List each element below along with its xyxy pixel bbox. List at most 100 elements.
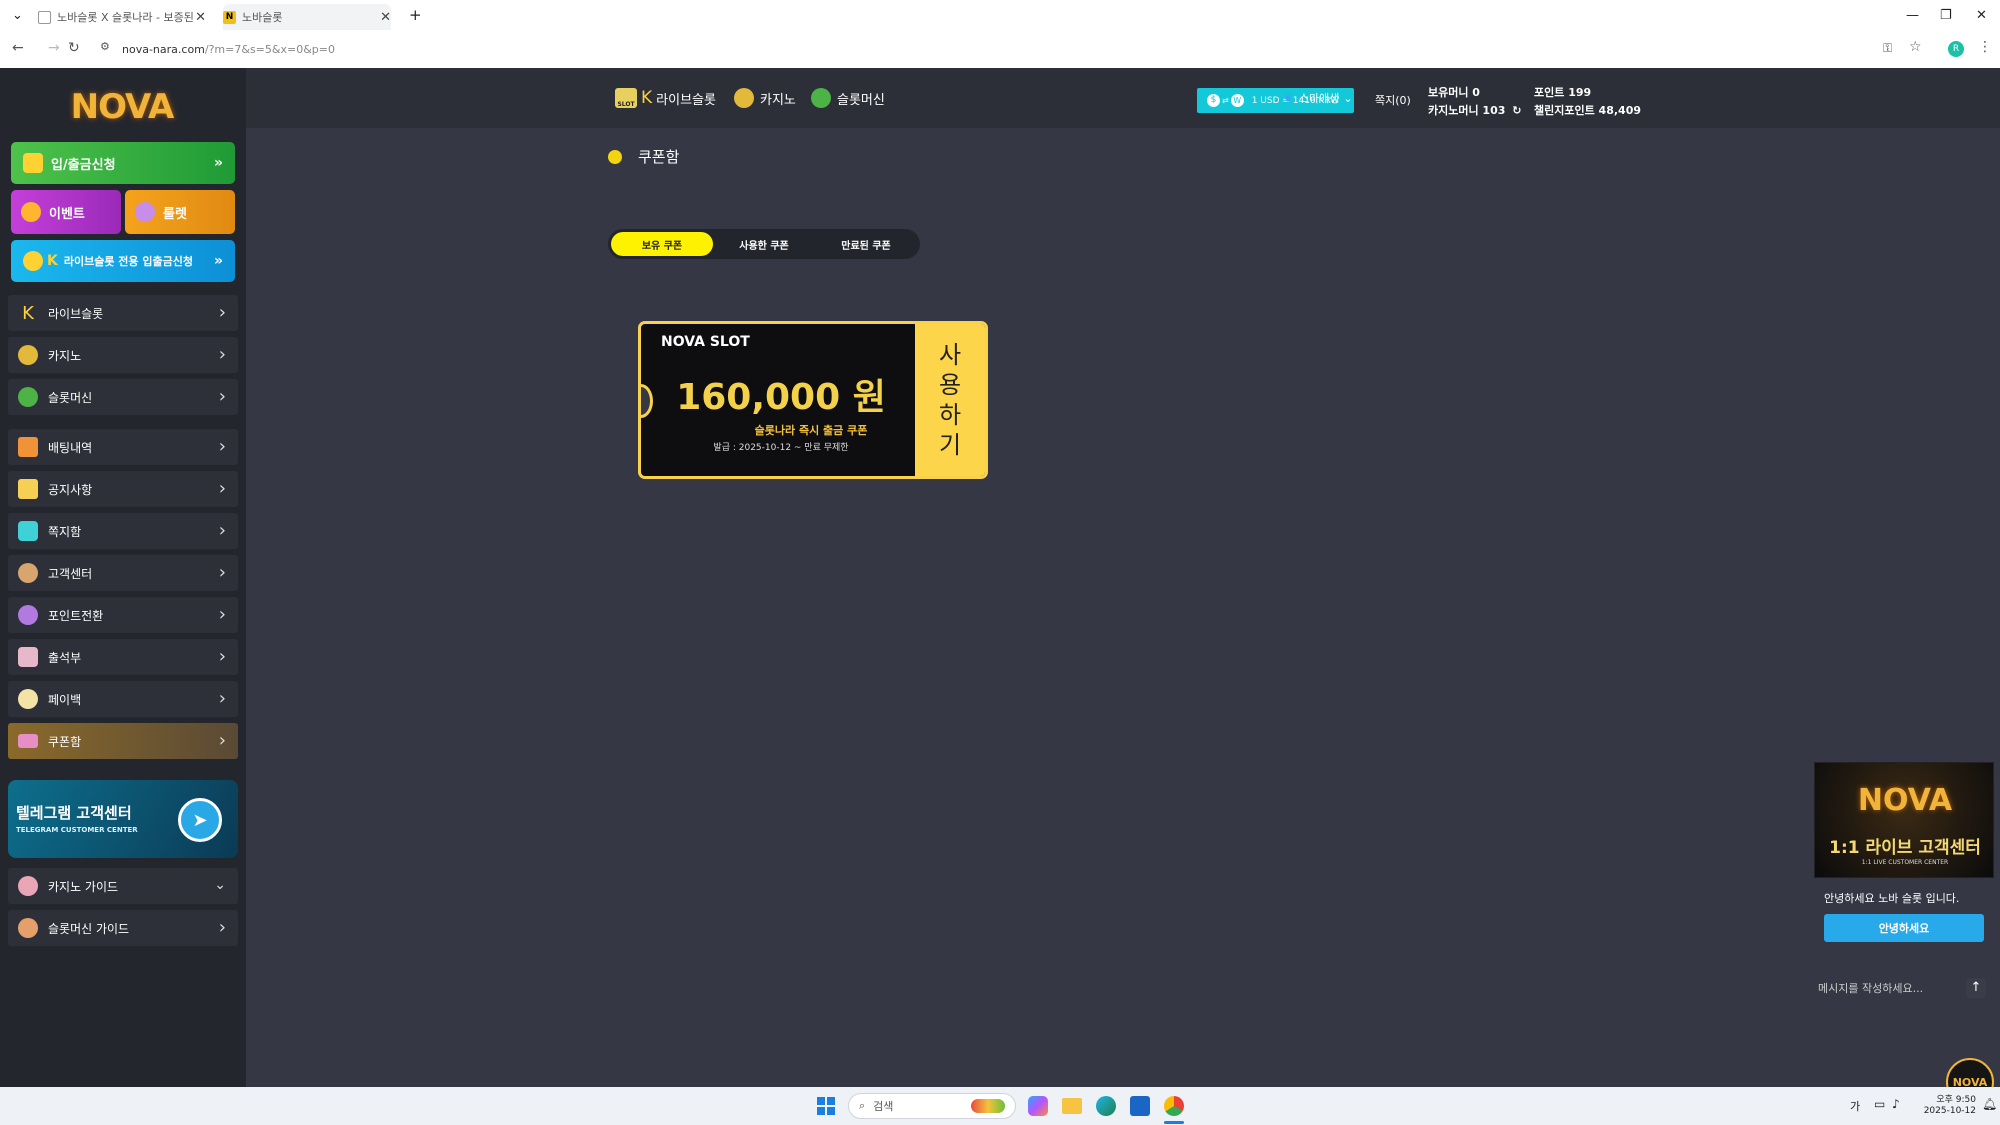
- sidebar-item-liveslot[interactable]: K 라이브슬롯 ›: [8, 295, 238, 331]
- browser-menu-icon[interactable]: ⋮: [1978, 39, 1992, 55]
- money-bag-icon: [23, 153, 43, 173]
- clock-date[interactable]: 2025-10-12: [1916, 1106, 1976, 1116]
- sidebar-item-attendance[interactable]: 출석부 ›: [8, 639, 238, 675]
- messages-link[interactable]: 쪽지(0): [1375, 92, 1411, 108]
- bookmark-star-icon[interactable]: ☆: [1909, 39, 1922, 55]
- browser-tab-1[interactable]: 노바슬롯 X 슬롯나라 - 보증된 ✕: [38, 4, 206, 30]
- chrome-icon[interactable]: [1164, 1096, 1184, 1116]
- copilot-icon[interactable]: [1028, 1096, 1048, 1116]
- user-menu[interactable]: ♦ 스마애생 ⌄: [1283, 90, 1353, 106]
- sidebar-item-point-exchange[interactable]: 포인트전환 ›: [8, 597, 238, 633]
- nav-liveslot[interactable]: SLOT K 라이브슬롯: [615, 88, 716, 108]
- sidebar-item-notice[interactable]: 공지사항 ›: [8, 471, 238, 507]
- minimize-icon[interactable]: —: [1906, 8, 1919, 23]
- chat-banner-title: 1:1 라이브 고객센터: [1829, 838, 1981, 858]
- volume-icon[interactable]: ♪: [1892, 1097, 1900, 1111]
- nav-label: 슬롯머신: [837, 92, 885, 108]
- tab-used-coupons[interactable]: 사용한 쿠폰: [713, 232, 815, 256]
- coins-icon: [23, 251, 43, 271]
- refresh-icon[interactable]: ↻: [1512, 104, 1521, 117]
- notification-bell-icon[interactable]: 🔔︎: [1982, 1097, 1997, 1111]
- sidebar-item-label: 공지사항: [48, 482, 93, 497]
- new-tab-button[interactable]: +: [409, 6, 422, 24]
- chevron-right-icon: ›: [218, 730, 226, 751]
- sidebar-item-label: 슬롯머신 가이드: [48, 921, 130, 936]
- tab-owned-coupons[interactable]: 보유 쿠폰: [611, 232, 713, 256]
- sidebar-item-casino[interactable]: 카지노 ›: [8, 337, 238, 373]
- chat-banner-subtitle: 1:1 LIVE CUSTOMER CENTER: [1861, 859, 1949, 866]
- password-key-icon[interactable]: ⚿: [1883, 41, 1892, 56]
- casino-guide-icon: [18, 876, 38, 896]
- roulette-label: 룰렛: [163, 206, 187, 222]
- fruits-decor-icon: [971, 1099, 1005, 1113]
- deposit-withdraw-button[interactable]: 입/출금신청 »: [11, 142, 235, 184]
- network-icon[interactable]: ▭: [1874, 1097, 1885, 1111]
- chevron-right-icon: ›: [218, 646, 226, 667]
- search-icon: ⌕: [859, 1099, 866, 1112]
- close-window-icon[interactable]: ✕: [1976, 8, 1987, 23]
- sidebar-item-betting-history[interactable]: 배팅내역 ›: [8, 429, 238, 465]
- page-title: 쿠폰함: [608, 146, 679, 167]
- store-icon[interactable]: [1130, 1096, 1150, 1116]
- windows-start-icon[interactable]: [817, 1097, 835, 1115]
- coupon-card: NOVA SLOT 160,000 원 슬롯나라 즉시 출금 쿠폰 발급 : 2…: [638, 321, 988, 479]
- back-icon[interactable]: ←: [12, 40, 24, 56]
- telegram-title: 텔레그램 고객센터: [16, 804, 132, 822]
- chevron-down-icon: ⌄: [1343, 91, 1353, 105]
- use-char: 기: [938, 431, 962, 459]
- web-page: NOVA 입/출금신청 » 이벤트 룰렛 K 라이브슬롯 전용 입출금신청 » …: [0, 68, 2000, 1106]
- exchange-arrows-icon: [18, 605, 38, 625]
- liveslot-deposit-button[interactable]: K 라이브슬롯 전용 입출금신청 »: [11, 240, 235, 282]
- sidebar-item-slot-guide[interactable]: 슬롯머신 가이드 ›: [8, 910, 238, 946]
- sidebar-item-payback[interactable]: 페이백 ›: [8, 681, 238, 717]
- event-button[interactable]: 이벤트: [11, 190, 121, 234]
- send-arrow-icon[interactable]: ↑: [1966, 978, 1986, 998]
- clock-time[interactable]: 오후 9:50: [1916, 1092, 1976, 1105]
- sidebar-item-casino-guide[interactable]: 카지노 가이드 ⌄: [8, 868, 238, 904]
- chat-greeting: 안녕하세요 노바 슬롯 입니다.: [1824, 892, 1960, 905]
- coupon-tabs: 보유 쿠폰 사용한 쿠폰 만료된 쿠폰: [608, 229, 920, 259]
- restore-icon[interactable]: ❐: [1940, 8, 1952, 23]
- file-explorer-icon[interactable]: [1062, 1098, 1082, 1114]
- close-tab-icon[interactable]: ✕: [380, 10, 391, 25]
- taskbar-search[interactable]: ⌕ 검색: [848, 1093, 1016, 1119]
- close-tab-icon[interactable]: ✕: [195, 10, 206, 25]
- tab-label: 노바슬롯 X 슬롯나라 - 보증된: [57, 11, 194, 24]
- sidebar-item-slotmachine[interactable]: 슬롯머신 ›: [8, 379, 238, 415]
- use-coupon-button[interactable]: 사 용 하 기: [915, 324, 985, 476]
- reload-icon[interactable]: ↻: [68, 40, 80, 56]
- ime-indicator[interactable]: 가: [1850, 1098, 1860, 1114]
- url-field[interactable]: nova-nara.com/?m=7&s=5&x=0&p=0: [122, 43, 335, 56]
- forward-icon[interactable]: →: [48, 40, 60, 56]
- tab-expired-coupons[interactable]: 만료된 쿠폰: [815, 232, 917, 256]
- roulette-button[interactable]: 룰렛: [125, 190, 235, 234]
- sidebar-item-coupons[interactable]: 쿠폰함 ›: [8, 723, 238, 759]
- challenge-points: 챌린지포인트 48,409: [1534, 104, 1641, 117]
- points: 포인트 199: [1534, 86, 1592, 99]
- double-chevron-icon: »: [213, 155, 223, 171]
- coupon-name: 슬롯나라 즉시 출금 쿠폰: [754, 424, 868, 437]
- sidebar-item-label: 페이백: [48, 692, 82, 707]
- nav-slotmachine[interactable]: 슬롯머신: [811, 88, 885, 108]
- browser-tab-2[interactable]: N 노바슬롯 ✕: [223, 4, 391, 30]
- sidebar-item-label: 슬롯머신: [48, 390, 93, 405]
- page-title-text: 쿠폰함: [638, 148, 680, 166]
- nav-casino[interactable]: 카지노: [734, 88, 796, 108]
- chat-message-input[interactable]: 메시지를 작성하세요...: [1818, 976, 1968, 1000]
- chat-banner: NOVA 1:1 라이브 고객센터 1:1 LIVE CUSTOMER CENT…: [1814, 762, 1994, 878]
- telegram-support-banner[interactable]: 텔레그램 고객센터 TELEGRAM CUSTOMER CENTER ➤: [8, 780, 238, 858]
- sidebar-item-label: 출석부: [48, 650, 82, 665]
- sidebar-item-messages[interactable]: 쪽지함 ›: [8, 513, 238, 549]
- site-info-icon[interactable]: ⚙: [100, 40, 110, 53]
- sidebar-item-support[interactable]: 고객센터 ›: [8, 555, 238, 591]
- casino-chips-icon: [18, 345, 38, 365]
- tab-list-chevron-icon[interactable]: ⌄: [12, 8, 23, 23]
- chevron-right-icon: ›: [218, 302, 226, 323]
- site-logo[interactable]: NOVA: [66, 76, 178, 138]
- coupon-issued: 발급 : 2025-10-12 ~ 만료 무제한: [713, 443, 849, 453]
- edge-icon[interactable]: [1096, 1096, 1116, 1116]
- quick-reply-button[interactable]: 안녕하세요: [1824, 914, 1984, 942]
- chevron-right-icon: ›: [218, 386, 226, 407]
- event-label: 이벤트: [49, 206, 85, 222]
- profile-avatar[interactable]: R: [1948, 41, 1964, 57]
